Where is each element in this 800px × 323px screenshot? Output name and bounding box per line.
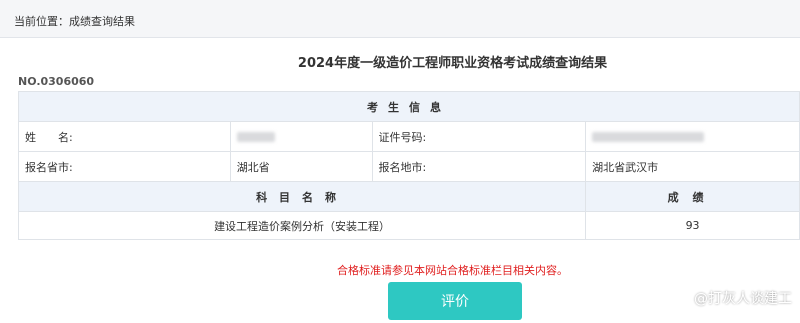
result-table: 考生信息 姓 名: 证件号码: 报名省市: 湖北省 报名地市: 湖北省武汉市 科… [17, 91, 800, 240]
pass-standard-note: 合格标准请参见本网站合格标准栏目相关内容。 [337, 264, 568, 277]
table-row: 姓 名: 证件号码: [18, 121, 800, 152]
table-row: 建设工程造价案例分析（安装工程） 93 [17, 211, 800, 240]
record-number: NO.0306060 [18, 75, 95, 88]
name-label: 姓 名: [18, 121, 231, 152]
breadcrumb-current: 成绩查询结果 [69, 15, 135, 28]
province-value: 湖北省 [229, 151, 373, 182]
subject-score: 93 [585, 211, 800, 240]
subject-name-header: 科目名称 [17, 181, 587, 212]
score-header: 成绩 [585, 181, 800, 212]
id-value [585, 121, 800, 152]
evaluate-button[interactable]: 评价 [388, 282, 522, 320]
breadcrumb: 当前位置：成绩查询结果 [0, 0, 800, 38]
page-title: 2024年度一级造价工程师职业资格考试成绩查询结果 [297, 56, 608, 71]
table-row: 报名省市: 湖北省 报名地市: 湖北省武汉市 [18, 151, 800, 182]
redacted-id [592, 132, 705, 142]
info-header-row: 考生信息 [18, 91, 800, 122]
city-label: 报名地市: [371, 151, 587, 182]
watermark: @打灰人谈建工 [694, 291, 792, 307]
redacted-name [236, 132, 275, 142]
name-value [229, 121, 373, 152]
province-label: 报名省市: [18, 151, 231, 182]
info-header: 考生信息 [18, 91, 800, 122]
city-value: 湖北省武汉市 [585, 151, 800, 182]
subject-header-row: 科目名称 成绩 [17, 181, 800, 212]
breadcrumb-prefix: 当前位置： [14, 15, 69, 28]
id-label: 证件号码: [371, 121, 587, 152]
result-panel: 2024年度一级造价工程师职业资格考试成绩查询结果 NO.0306060 考生信… [0, 38, 800, 323]
subject-name: 建设工程造价案例分析（安装工程） [17, 211, 587, 240]
